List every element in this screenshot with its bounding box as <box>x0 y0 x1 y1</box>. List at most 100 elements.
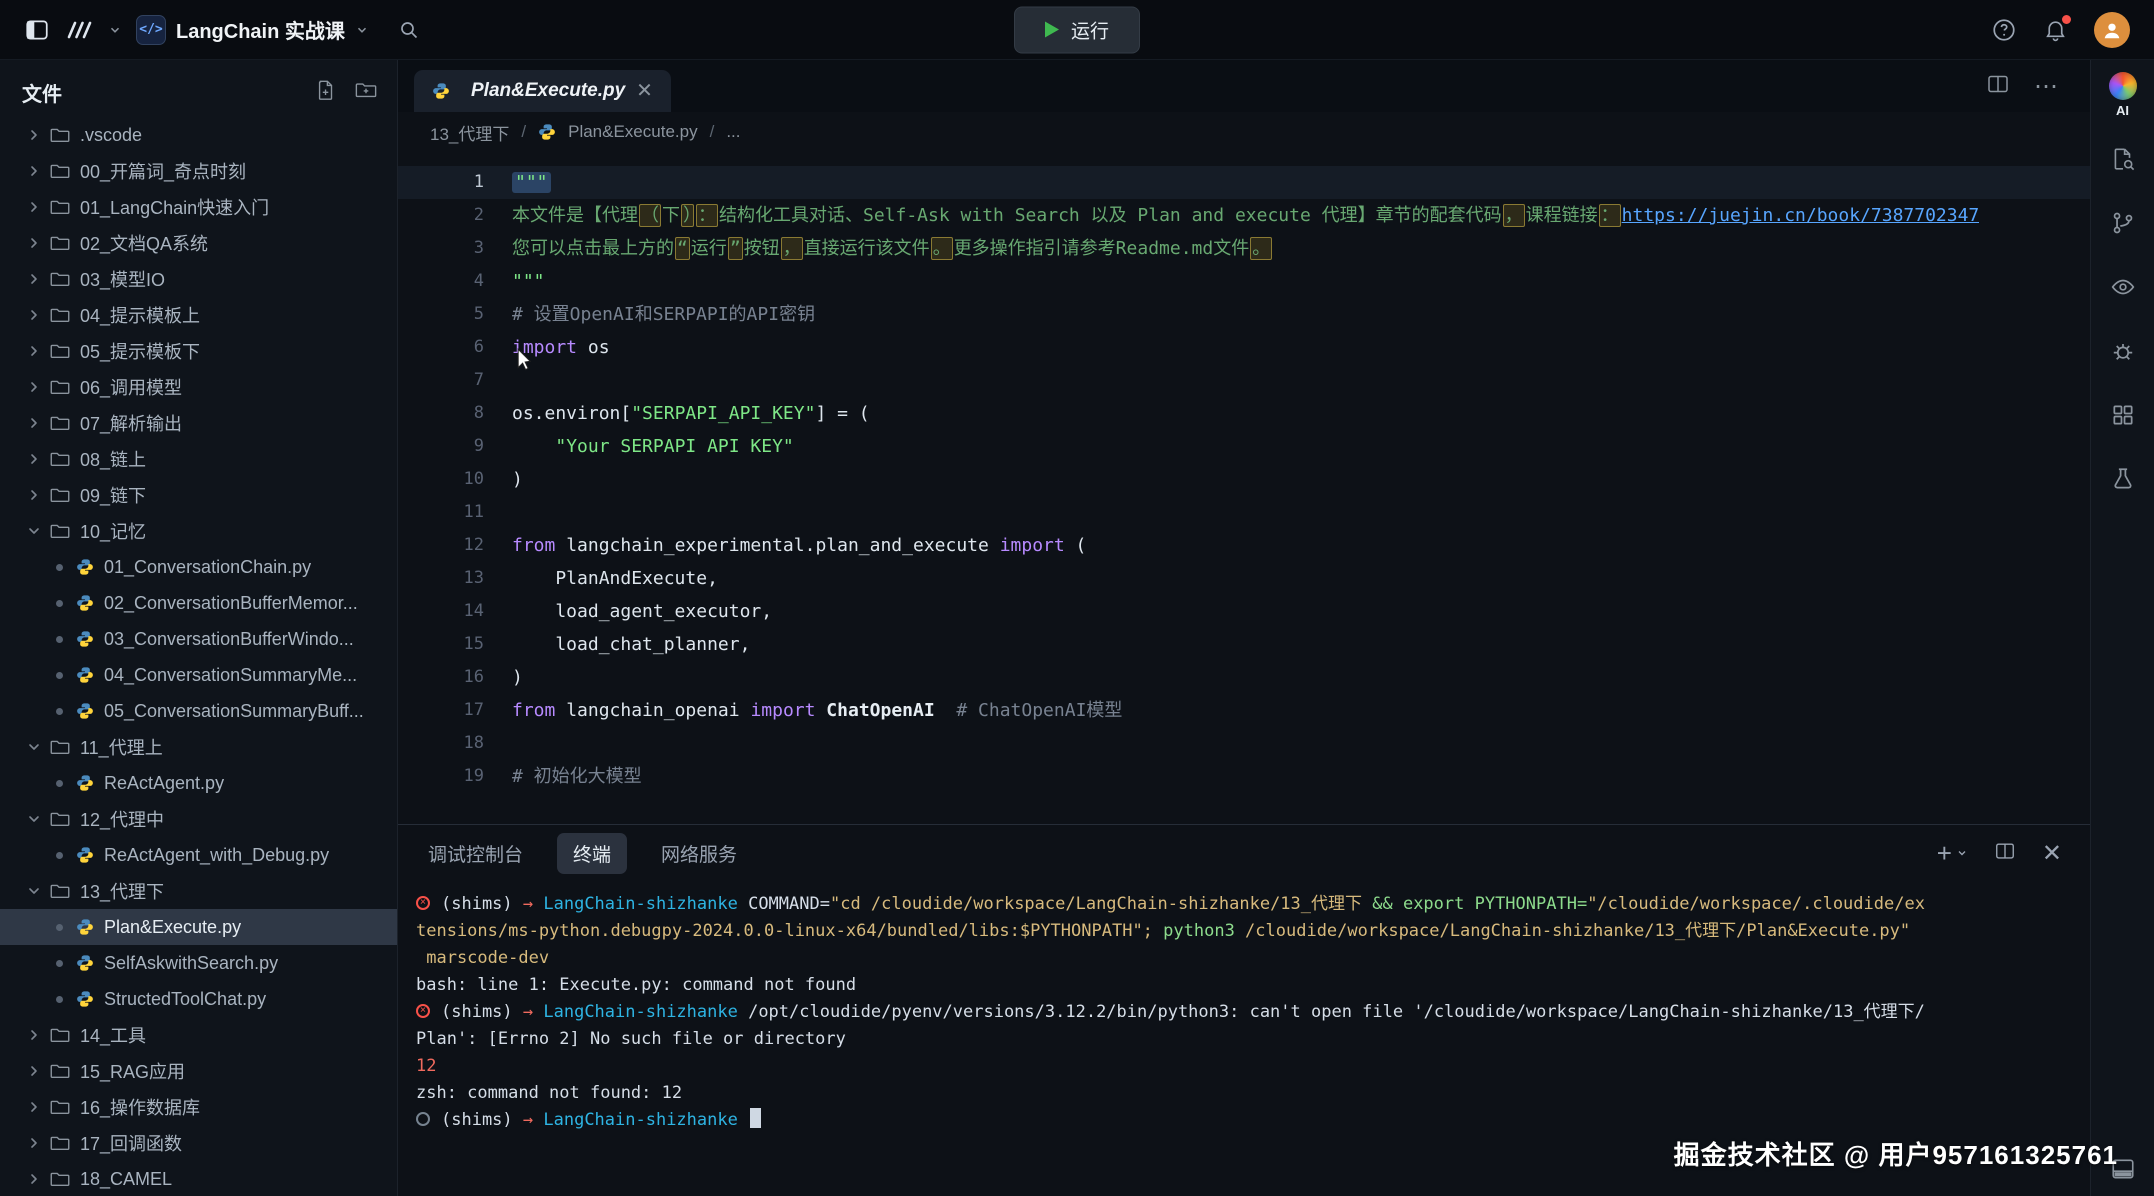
chevron-down-icon[interactable] <box>108 23 122 37</box>
python-file-icon <box>432 82 450 100</box>
tree-file[interactable]: StructedToolChat.py <box>0 981 397 1017</box>
chevron-right-icon <box>26 451 46 467</box>
terminal-cursor <box>750 1108 761 1128</box>
tree-item-label: ReActAgent.py <box>104 773 224 794</box>
panel-tab[interactable]: 网络服务 <box>657 833 741 874</box>
tree-folder[interactable]: 02_文档QA系统 <box>0 225 397 261</box>
panel-tab[interactable]: 终端 <box>557 833 627 874</box>
tree-item-label: 04_提示模板上 <box>80 302 200 328</box>
tree-item-label: 03_ConversationBufferWindo... <box>104 629 354 650</box>
split-panel-icon[interactable] <box>1994 840 2016 867</box>
tree-item-label: 12_代理中 <box>80 806 164 832</box>
panel-tab[interactable]: 调试控制台 <box>424 833 527 874</box>
breadcrumb-more[interactable]: ... <box>726 122 740 142</box>
preview-eye-icon[interactable] <box>2110 274 2136 300</box>
tree-folder[interactable]: 05_提示模板下 <box>0 333 397 369</box>
search-icon[interactable] <box>397 18 421 42</box>
tree-item-label: StructedToolChat.py <box>104 989 266 1010</box>
tree-folder[interactable]: 08_链上 <box>0 441 397 477</box>
tree-folder[interactable]: 17_回调函数 <box>0 1125 397 1161</box>
folder-icon <box>50 1061 70 1081</box>
tree-file[interactable]: ReActAgent.py <box>0 765 397 801</box>
code-editor[interactable]: 1"""2本文件是【代理（下）：结构化工具对话、Self-Ask with Se… <box>398 152 2090 824</box>
avatar[interactable] <box>2094 12 2130 48</box>
tree-file[interactable]: SelfAskwithSearch.py <box>0 945 397 981</box>
tree-folder[interactable]: 15_RAG应用 <box>0 1053 397 1089</box>
tree-folder[interactable]: 12_代理中 <box>0 801 397 837</box>
notification-badge <box>2062 15 2071 24</box>
tree-folder[interactable]: 01_LangChain快速入门 <box>0 189 397 225</box>
tree-folder[interactable]: .vscode <box>0 117 397 153</box>
tree-file[interactable]: 02_ConversationBufferMemor... <box>0 585 397 621</box>
tree-folder[interactable]: 07_解析输出 <box>0 405 397 441</box>
new-terminal-icon[interactable]: + <box>1937 838 1968 869</box>
more-actions-icon[interactable]: ⋯ <box>2034 72 2060 101</box>
tree-folder[interactable]: 11_代理上 <box>0 729 397 765</box>
tree-folder[interactable]: 03_模型IO <box>0 261 397 297</box>
toggle-panel-icon[interactable] <box>2110 1156 2136 1182</box>
tree-file[interactable]: ReActAgent_with_Debug.py <box>0 837 397 873</box>
tree-folder[interactable]: 16_操作数据库 <box>0 1089 397 1125</box>
tree-item-label: 02_文档QA系统 <box>80 230 208 256</box>
line-number: 1 <box>398 166 484 199</box>
chevron-down-icon <box>26 523 46 539</box>
file-status-dot <box>56 924 63 931</box>
editor-area: Plan&Execute.py ✕ ⋯ 13_代理下 / Plan&Execut… <box>398 60 2090 1196</box>
run-button[interactable]: 运行 <box>1014 6 1140 53</box>
code-text: os.environ["SERPAPI_API_KEY"] = ( <box>512 397 870 430</box>
debug-bug-icon[interactable] <box>2110 338 2136 364</box>
breadcrumb-folder[interactable]: 13_代理下 <box>430 120 509 145</box>
tree-file[interactable]: Plan&Execute.py <box>0 909 397 945</box>
tree-folder[interactable]: 00_开篇词_奇点时刻 <box>0 153 397 189</box>
code-line: 6import os <box>398 331 2090 364</box>
line-number: 6 <box>398 331 484 364</box>
tree-folder[interactable]: 10_记忆 <box>0 513 397 549</box>
tree-file[interactable]: 03_ConversationBufferWindo... <box>0 621 397 657</box>
sidebar-toggle-icon[interactable] <box>24 17 50 43</box>
line-number: 4 <box>398 265 484 298</box>
git-branch-icon[interactable] <box>2110 210 2136 236</box>
tree-folder[interactable]: 09_链下 <box>0 477 397 513</box>
new-file-icon[interactable] <box>315 79 337 106</box>
app-logo-icon[interactable] <box>64 17 94 43</box>
file-status-dot <box>56 672 63 679</box>
code-text: # 设置OpenAI和SERPAPI的API密钥 <box>512 298 815 331</box>
run-button-label: 运行 <box>1071 16 1109 43</box>
tree-file[interactable]: 01_ConversationChain.py <box>0 549 397 585</box>
line-number: 16 <box>398 661 484 694</box>
line-number: 10 <box>398 463 484 496</box>
tree-folder[interactable]: 04_提示模板上 <box>0 297 397 333</box>
new-folder-icon[interactable] <box>355 79 377 106</box>
tree-file[interactable]: 05_ConversationSummaryBuff... <box>0 693 397 729</box>
breadcrumb-file[interactable]: Plan&Execute.py <box>568 122 697 142</box>
close-panel-icon[interactable]: ✕ <box>2042 839 2062 868</box>
code-text: load_agent_executor, <box>512 595 772 628</box>
terminal-output[interactable]: (shims) → LangChain-shizhanke COMMAND="c… <box>398 881 2090 1196</box>
workspace-icon: </> <box>136 15 166 45</box>
tree-item-label: 14_工具 <box>80 1022 146 1048</box>
tree-item-label: 18_CAMEL <box>80 1169 172 1190</box>
file-search-icon[interactable] <box>2110 146 2136 172</box>
tab-close-icon[interactable]: ✕ <box>636 81 653 101</box>
tree-file[interactable]: 04_ConversationSummaryMe... <box>0 657 397 693</box>
test-flask-icon[interactable] <box>2110 466 2136 492</box>
code-text: "Your SERPAPI API KEY" <box>512 430 794 463</box>
code-line: 9 "Your SERPAPI API KEY" <box>398 430 2090 463</box>
tree-folder[interactable]: 13_代理下 <box>0 873 397 909</box>
tree-folder[interactable]: 14_工具 <box>0 1017 397 1053</box>
tree-item-label: .vscode <box>80 125 142 146</box>
split-editor-icon[interactable] <box>1986 72 2010 101</box>
file-status-dot <box>56 960 63 967</box>
tree-item-label: 03_模型IO <box>80 266 165 292</box>
ai-assistant-button[interactable]: AI <box>2109 72 2137 118</box>
tab-plan-execute[interactable]: Plan&Execute.py ✕ <box>414 70 671 112</box>
line-number: 15 <box>398 628 484 661</box>
tree-folder[interactable]: 18_CAMEL <box>0 1161 397 1196</box>
help-icon[interactable] <box>1991 17 2017 43</box>
workspace-switcher[interactable]: </> LangChain 实战课 <box>136 15 369 45</box>
tree-folder[interactable]: 06_调用模型 <box>0 369 397 405</box>
notifications-icon[interactable] <box>2043 17 2068 42</box>
chevron-right-icon <box>26 1099 46 1115</box>
extensions-grid-icon[interactable] <box>2110 402 2136 428</box>
code-line: 17from langchain_openai import ChatOpenA… <box>398 694 2090 727</box>
